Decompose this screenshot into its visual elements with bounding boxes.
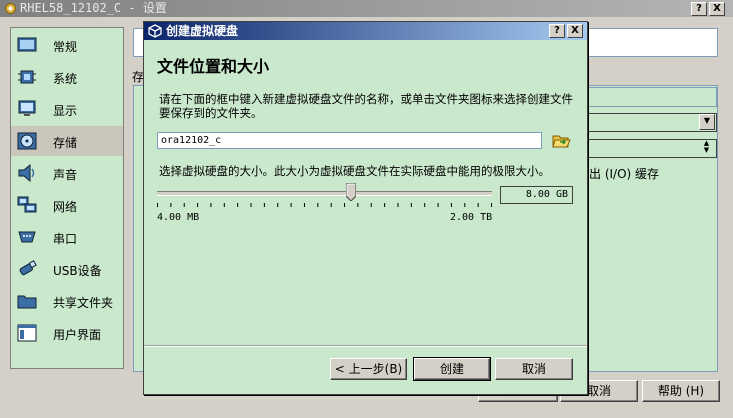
display-monitor-icon <box>18 100 36 116</box>
sidebar-item-label: 存储 <box>53 136 78 150</box>
disk-size-slider-thumb[interactable] <box>346 183 357 201</box>
speaker-icon <box>18 164 35 182</box>
file-name-input[interactable] <box>157 132 542 149</box>
folder-open-icon <box>552 135 571 148</box>
disk-size-field[interactable]: 8.00 GB <box>500 186 573 204</box>
sidebar-item-label: 用户界面 <box>53 328 102 342</box>
window-title: RHEL58_12102_C - 设置 <box>20 1 167 15</box>
settings-category-list[interactable]: 常规 系统 显示 存储 声音 网络 串口 USB设备 共享文件夹 用户界面 <box>10 27 124 369</box>
dialog-close-button[interactable]: X <box>567 24 583 38</box>
dialog-title: 创建虚拟硬盘 <box>166 24 239 38</box>
sidebar-item-label: 显示 <box>53 104 78 118</box>
sidebar-item-audio[interactable]: 声音 <box>11 158 123 188</box>
settings-gear-icon <box>5 3 16 14</box>
sidebar-item-display[interactable]: 显示 <box>11 94 123 124</box>
min-size-label: 4.00 MB <box>157 212 200 223</box>
sidebar-item-shared-folders[interactable]: 共享文件夹 <box>11 286 123 316</box>
create-button[interactable]: 创建 <box>413 357 491 381</box>
back-button[interactable]: < 上一步(B) <box>330 358 407 380</box>
sidebar-item-system[interactable]: 系统 <box>11 62 123 92</box>
sidebar-item-label: 声音 <box>53 168 78 182</box>
storage-disk-icon <box>17 132 37 150</box>
sidebar-item-usb[interactable]: USB设备 <box>11 254 123 284</box>
disk-size-slider-track[interactable] <box>157 191 492 196</box>
max-size-label: 2.00 TB <box>450 212 493 223</box>
serial-port-icon <box>18 231 36 243</box>
sidebar-item-label: 常规 <box>53 40 78 54</box>
sidebar-item-label: 串口 <box>53 232 78 246</box>
file-location-description: 请在下面的框中键入新建虚拟硬盘文件的名称，或单击文件夹图标来选择创建文件要保存到… <box>159 92 573 120</box>
virtualbox-cube-icon <box>148 24 162 38</box>
usb-icon <box>19 260 37 276</box>
background-select <box>587 113 717 132</box>
sidebar-item-general[interactable]: 常规 <box>11 30 123 60</box>
sidebar-item-storage[interactable]: 存储 <box>11 126 123 156</box>
slider-ticks <box>157 203 492 207</box>
dialog-help-button[interactable]: ? <box>549 24 565 38</box>
page-title: 文件位置和大小 <box>157 57 270 76</box>
sidebar-item-label: 共享文件夹 <box>53 296 114 310</box>
size-description: 选择虚拟硬盘的大小。此大小为虚拟硬盘文件在实际硬盘中能用的极限大小。 <box>159 164 550 178</box>
sidebar-item-user-interface[interactable]: 用户界面 <box>11 318 123 348</box>
network-icon <box>17 196 37 213</box>
window-titlebar[interactable]: RHEL58_12102_C - 设置 ? X <box>0 0 733 17</box>
background-io-cache-label: 出 (I/O) 缓存 <box>589 167 660 181</box>
sidebar-item-label: USB设备 <box>53 264 102 278</box>
sidebar-item-label: 网络 <box>53 200 78 214</box>
window-help-button[interactable]: ? <box>691 2 707 16</box>
background-help-button: 帮助 (H) <box>642 380 720 402</box>
window-close-button[interactable]: X <box>709 2 725 16</box>
dialog-titlebar[interactable]: 创建虚拟硬盘 ? X <box>144 22 587 40</box>
sidebar-item-network[interactable]: 网络 <box>11 190 123 220</box>
system-chip-icon <box>18 70 36 84</box>
create-virtual-disk-dialog[interactable]: 创建虚拟硬盘 ? X 文件位置和大小 请在下面的框中键入新建虚拟硬盘文件的名称，… <box>143 21 588 395</box>
general-icon <box>17 37 37 52</box>
sidebar-item-serial-port[interactable]: 串口 <box>11 222 123 252</box>
background-spinbox <box>587 139 717 158</box>
cancel-button[interactable]: 取消 <box>495 358 573 380</box>
shared-folder-icon <box>17 295 37 309</box>
sidebar-item-label: 系统 <box>53 72 78 86</box>
background-field <box>587 87 717 107</box>
background-select-chevron-down-icon: ▼ <box>699 114 715 130</box>
background-spin-arrows-icon: ▲ ▼ <box>703 139 710 154</box>
button-separator <box>144 345 587 347</box>
choose-folder-button[interactable] <box>551 131 571 151</box>
user-interface-icon <box>17 324 37 342</box>
